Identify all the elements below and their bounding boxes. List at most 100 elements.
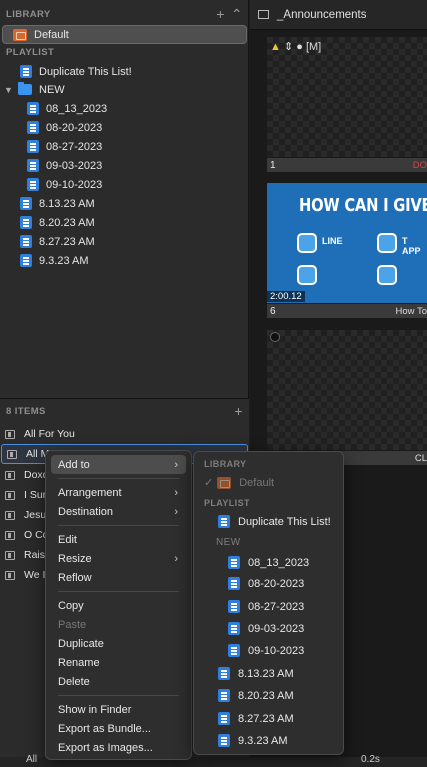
- submenu-item-label: 8.13.23 AM: [238, 667, 294, 680]
- item-row[interactable]: All For You: [0, 424, 249, 444]
- submenu-item-duplicate[interactable]: Duplicate This List!: [218, 512, 331, 531]
- playlist-doc-icon: [20, 254, 32, 267]
- menu-edit[interactable]: Edit: [51, 530, 186, 549]
- playlist-doc-icon: [218, 712, 230, 725]
- slide-next[interactable]: [267, 330, 427, 450]
- folder-icon: [18, 82, 32, 95]
- transition-duration[interactable]: 0.2s: [361, 754, 380, 765]
- submenu-new-header: NEW: [216, 537, 241, 548]
- slide-title-text: HOW CAN I GIVE: [299, 195, 427, 216]
- slide-6[interactable]: HOW CAN I GIVE LINE T APP: [267, 183, 427, 303]
- chevron-down-icon[interactable]: ▼: [4, 85, 16, 95]
- submenu-item-08_13_2023[interactable]: 08_13_2023: [228, 553, 309, 572]
- menu-paste: Paste: [51, 615, 186, 634]
- menu-label: Show in Finder: [58, 703, 132, 716]
- slide-6-label: 6 How To: [267, 304, 427, 318]
- macro-badge: [M]: [305, 41, 322, 53]
- menu-label: Duplicate: [58, 637, 104, 650]
- playlist-doc-icon: [27, 178, 39, 191]
- playlist-item-08-20-2023[interactable]: 08-20-2023: [27, 118, 102, 137]
- submenu-item-label: 09-03-2023: [248, 622, 305, 635]
- menu-label: Copy: [58, 599, 84, 612]
- slide-1[interactable]: ▲ ⇕ ● [M]: [267, 37, 427, 157]
- library-header: LIBRARY + ⌃: [0, 4, 249, 24]
- slide-text-line: LINE: [322, 236, 343, 246]
- menu-label: Delete: [58, 675, 90, 688]
- menu-separator: [58, 591, 179, 592]
- submenu-item-label: 09-10-2023: [248, 644, 305, 657]
- library-icon: [13, 28, 27, 41]
- submenu-item-09-03-2023[interactable]: 09-03-2023: [228, 619, 304, 638]
- playlist-item-8-27-23-am[interactable]: 8.27.23 AM: [20, 232, 95, 251]
- slide-text-app: T APP: [402, 236, 421, 256]
- playlist-doc-icon: [27, 102, 39, 115]
- filter-label[interactable]: All: [26, 754, 37, 765]
- chevron-right-icon: ›: [174, 458, 178, 471]
- presentation-icon: [5, 530, 15, 540]
- playlist-item-label: 8.13.23 AM: [39, 197, 95, 210]
- playlist-item-label: 08_13_2023: [46, 102, 108, 115]
- collapse-library-chevron-up-icon[interactable]: ⌃: [231, 6, 243, 23]
- menu-arrangement[interactable]: Arrangement ›: [51, 483, 186, 502]
- slide-number: 1: [270, 159, 276, 171]
- playlist-item-09-10-2023[interactable]: 09-10-2023: [27, 175, 102, 194]
- submenu-item-label: Duplicate This List!: [238, 515, 331, 528]
- submenu-item-8-27-23-am[interactable]: 8.27.23 AM: [218, 709, 294, 728]
- menu-reflow[interactable]: Reflow: [51, 568, 186, 587]
- playlist-item-9-3-23-am[interactable]: 9.3.23 AM: [20, 251, 89, 270]
- playlist-doc-icon: [218, 515, 230, 528]
- submenu-item-8-20-23-am[interactable]: 8.20.23 AM: [218, 686, 294, 705]
- add-library-plus-icon[interactable]: +: [216, 6, 225, 23]
- menu-label: Export as Images...: [58, 741, 153, 754]
- presentation-icon: [5, 550, 15, 560]
- menu-destination[interactable]: Destination ›: [51, 502, 186, 521]
- slide-group-label: CL: [414, 452, 427, 464]
- add-item-plus-icon[interactable]: +: [234, 403, 243, 419]
- playlist-doc-icon: [228, 644, 240, 657]
- menu-show-in-finder[interactable]: Show in Finder: [51, 700, 186, 719]
- submenu-playlist-header: PLAYLIST: [204, 498, 250, 508]
- playlist-header-label: PLAYLIST: [6, 46, 55, 58]
- playlist-doc-icon: [27, 140, 39, 153]
- chat-icon: [377, 265, 397, 285]
- chevron-right-icon: ›: [174, 552, 178, 565]
- checkmark-icon: ✓: [204, 477, 214, 489]
- menu-export-images[interactable]: Export as Images...: [51, 738, 186, 757]
- menu-duplicate[interactable]: Duplicate: [51, 634, 186, 653]
- menu-export-bundle[interactable]: Export as Bundle...: [51, 719, 186, 738]
- playlist-doc-icon: [228, 622, 240, 635]
- playlist-item-08_13_2023[interactable]: 08_13_2023: [27, 99, 107, 118]
- playlist-folder-new[interactable]: ▼ NEW: [4, 80, 65, 99]
- playlist-doc-icon: [27, 121, 39, 134]
- card-icon: [297, 265, 317, 285]
- menu-label: Arrangement: [58, 486, 122, 499]
- playlist-item-09-03-2023[interactable]: 09-03-2023: [27, 156, 102, 175]
- submenu-item-label: 08-27-2023: [248, 600, 305, 613]
- menu-rename[interactable]: Rename: [51, 653, 186, 672]
- submenu-item-9-3-23-am[interactable]: 9.3.23 AM: [218, 731, 288, 750]
- playlist-item-08-27-2023[interactable]: 08-27-2023: [27, 137, 102, 156]
- chevron-right-icon: ›: [174, 486, 178, 499]
- menu-delete[interactable]: Delete: [51, 672, 186, 691]
- playlist-item-duplicate[interactable]: Duplicate This List!: [20, 62, 132, 81]
- submenu-library-default: ✓ Default: [204, 473, 274, 492]
- playlist-item-8-20-23-am[interactable]: 8.20.23 AM: [20, 213, 95, 232]
- menu-resize[interactable]: Resize ›: [51, 549, 186, 568]
- playlist-item-label: 8.27.23 AM: [39, 235, 95, 248]
- menu-copy[interactable]: Copy: [51, 596, 186, 615]
- items-header: 8 ITEMS +: [0, 401, 249, 421]
- submenu-item-09-10-2023[interactable]: 09-10-2023: [228, 641, 304, 660]
- submenu-item-08-27-2023[interactable]: 08-27-2023: [228, 597, 304, 616]
- submenu-item-08-20-2023[interactable]: 08-20-2023: [228, 574, 304, 593]
- playlist-item-8-13-23-am[interactable]: 8.13.23 AM: [20, 194, 95, 213]
- playlist-doc-icon: [20, 65, 32, 78]
- playlist-doc-icon: [218, 689, 230, 702]
- add-to-submenu: LIBRARY ✓ Default PLAYLIST Duplicate This…: [193, 451, 344, 755]
- library-icon: [217, 476, 232, 489]
- submenu-item-8-13-23-am[interactable]: 8.13.23 AM: [218, 664, 294, 683]
- submenu-item-label: 8.27.23 AM: [238, 712, 294, 725]
- item-label: Rais: [24, 549, 46, 561]
- menu-add-to[interactable]: Add to ›: [51, 455, 186, 474]
- library-item-label: Default: [34, 28, 69, 41]
- presentation-icon: [5, 570, 15, 580]
